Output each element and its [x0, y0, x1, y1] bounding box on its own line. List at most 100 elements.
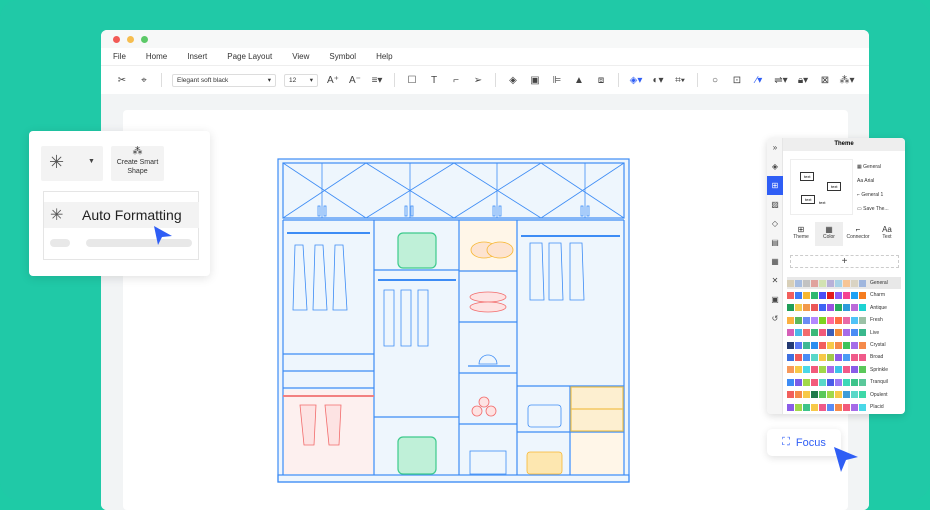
presentation-icon[interactable]: ▣ — [767, 290, 783, 309]
color-swatch — [787, 291, 794, 299]
color-swatch — [795, 403, 802, 411]
palette-placid[interactable]: Placid — [787, 401, 901, 413]
data-icon[interactable]: ▦ — [767, 252, 783, 271]
color-swatch — [803, 353, 810, 361]
preview-text: text — [819, 200, 826, 205]
color-swatch — [819, 316, 826, 324]
theme-panel: » ◈ ⊞ ▨ ◇ ▤ ▦ ✕ ▣ ↺ Theme text text text… — [767, 138, 905, 414]
palette-general[interactable]: General — [787, 277, 901, 289]
smart-shape-icon: ⁂ — [132, 146, 143, 157]
auto-format-dropdown[interactable]: ✳ ▼ — [41, 146, 103, 181]
tab-text[interactable]: Aa Text — [873, 222, 901, 246]
palette-name: Live — [870, 329, 880, 336]
color-swatch — [859, 316, 866, 324]
color-swatch — [787, 391, 794, 399]
cursor-icon — [154, 226, 172, 245]
color-swatch — [811, 316, 818, 324]
theme-option-arial[interactable]: Aa Arial — [857, 174, 889, 188]
color-swatch — [835, 329, 842, 337]
color-swatch — [787, 279, 794, 287]
theme-option-general[interactable]: ▦ General — [857, 160, 889, 174]
color-swatch — [787, 341, 794, 349]
fit-icon[interactable]: ✕ — [767, 271, 783, 290]
palette-fresh[interactable]: Fresh — [787, 314, 901, 326]
color-swatch — [803, 304, 810, 312]
color-swatch — [827, 316, 834, 324]
color-swatch — [851, 378, 858, 386]
color-swatch — [859, 391, 866, 399]
theme-option-save[interactable]: ▭ Save The... — [857, 202, 889, 216]
palette-name: General — [870, 280, 888, 286]
image-icon[interactable]: ▨ — [767, 195, 783, 214]
color-swatch — [835, 279, 842, 287]
palette-sprinkle[interactable]: Sprinkle — [787, 364, 901, 376]
palette-name: Crystal — [870, 342, 886, 348]
color-swatch — [819, 291, 826, 299]
color-swatch — [819, 279, 826, 287]
panel-tabs: ⊞ Theme ▦ Color ⌐ Connector Aa Text — [787, 222, 901, 246]
add-palette-button[interactable]: + — [790, 255, 899, 268]
color-swatch — [811, 329, 818, 337]
color-swatch — [859, 366, 866, 374]
color-swatch — [835, 403, 842, 411]
color-swatch — [787, 378, 794, 386]
history-icon[interactable]: ↺ — [767, 309, 783, 328]
color-swatch — [827, 304, 834, 312]
palette-live[interactable]: Live — [787, 327, 901, 339]
color-swatch — [859, 378, 866, 386]
focus-label: Focus — [795, 436, 826, 449]
color-swatch — [827, 279, 834, 287]
layers-icon[interactable]: ◇ — [767, 214, 783, 233]
theme-icon[interactable]: ⊞ — [767, 176, 783, 195]
palette-tranquil[interactable]: Tranquil — [787, 376, 901, 388]
color-swatch — [811, 341, 818, 349]
page-icon[interactable]: ▤ — [767, 233, 783, 252]
color-swatch — [859, 353, 866, 361]
color-swatch — [843, 279, 850, 287]
color-swatch — [819, 403, 826, 411]
palette-antique[interactable]: Antique — [787, 302, 901, 314]
color-swatch — [803, 391, 810, 399]
theme-option-general-1[interactable]: ⌐ General 1 — [857, 188, 889, 202]
color-swatch — [851, 403, 858, 411]
color-swatch — [843, 366, 850, 374]
palette-crystal[interactable]: Crystal — [787, 339, 901, 351]
color-swatch — [803, 366, 810, 374]
color-swatch — [803, 403, 810, 411]
color-swatch — [859, 291, 866, 299]
tab-theme[interactable]: ⊞ Theme — [787, 222, 815, 246]
fill-icon[interactable]: ◈ — [767, 157, 783, 176]
palette-name: Opulent — [870, 391, 888, 398]
color-swatch — [811, 378, 818, 386]
color-swatch — [843, 304, 850, 312]
sparkle-icon: ✳ — [49, 152, 65, 172]
color-swatch — [795, 378, 802, 386]
palette-charm[interactable]: Charm — [787, 289, 901, 301]
auto-formatting-item[interactable]: ✳ Auto Formatting — [44, 202, 199, 228]
create-smart-shape-button[interactable]: ⁂ Create Smart Shape — [111, 146, 164, 181]
palette-broad[interactable]: Broad — [787, 351, 901, 363]
placeholder-pill — [50, 239, 70, 247]
color-swatch — [835, 304, 842, 312]
tab-connector[interactable]: ⌐ Connector — [843, 222, 873, 246]
collapse-icon[interactable]: » — [767, 138, 783, 157]
color-swatch — [851, 291, 858, 299]
color-swatch — [859, 304, 866, 312]
color-swatch — [787, 353, 794, 361]
color-swatch — [843, 378, 850, 386]
color-swatch — [843, 391, 850, 399]
preview-text: text — [827, 182, 842, 191]
tab-color[interactable]: ▦ Color — [815, 222, 843, 246]
color-swatch — [843, 291, 850, 299]
palette-opulent[interactable]: Opulent — [787, 389, 901, 401]
color-swatch — [803, 279, 810, 287]
color-swatch — [835, 366, 842, 374]
color-swatch — [835, 316, 842, 324]
color-swatch — [787, 366, 794, 374]
color-swatch — [795, 366, 802, 374]
theme-preview[interactable]: text text text text — [790, 159, 853, 215]
focus-button[interactable]: ⛶ Focus — [767, 429, 841, 456]
preview-text: text — [800, 172, 815, 181]
color-swatch — [803, 316, 810, 324]
color-swatch — [795, 329, 802, 337]
